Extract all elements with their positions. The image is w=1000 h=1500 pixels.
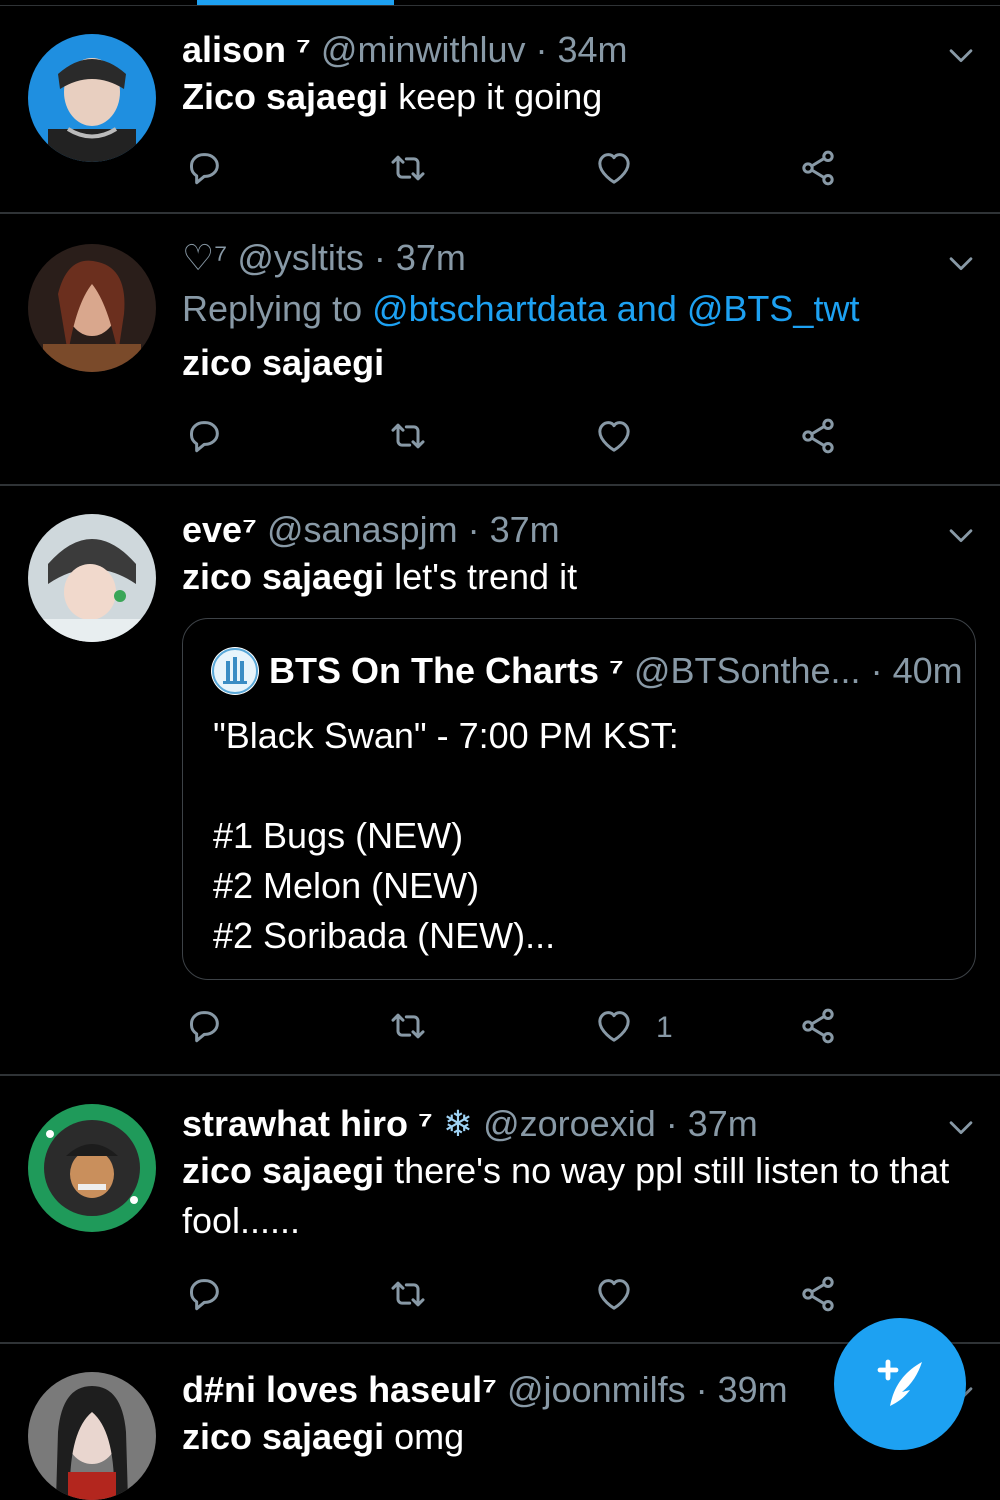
compose-tweet-button[interactable] (834, 1318, 966, 1450)
tweet-actions (182, 416, 862, 460)
retweet-icon (388, 416, 428, 461)
retweet-icon (388, 1274, 428, 1319)
retweet-button[interactable] (388, 1274, 428, 1318)
tweet-text-bold: Zico sajaegi (182, 76, 389, 117)
tweet-text: Zico sajaegi keep it going (182, 72, 970, 122)
retweet-button[interactable] (388, 148, 428, 192)
timestamp: · 37m (467, 509, 560, 550)
tweet[interactable]: alison ⁷ @minwithluv · 34m Zico sajaegi … (0, 6, 1000, 214)
heart-icon (594, 1006, 634, 1051)
chevron-down-icon[interactable] (944, 246, 978, 280)
tweet-text-bold: zico sajaegi (182, 556, 385, 597)
tweet-header: ♡⁷ @ysltits · 37m (182, 236, 970, 280)
heart-icon (594, 416, 634, 461)
replying-and[interactable]: and (607, 288, 687, 329)
display-name[interactable]: strawhat hiro ⁷ (182, 1103, 433, 1144)
heart-icon (594, 148, 634, 193)
timestamp: · 39m (695, 1369, 788, 1410)
display-name[interactable]: alison ⁷ (182, 29, 311, 70)
avatar[interactable] (28, 34, 156, 162)
display-name[interactable]: d#ni loves haseul⁷ (182, 1369, 497, 1410)
tweet-text: zico sajaegi (182, 338, 970, 388)
tweet-text: zico sajaegi there's no way ppl still li… (182, 1146, 970, 1246)
display-name[interactable]: eve⁷ (182, 509, 257, 550)
mention-link[interactable]: @btschartdata (372, 288, 607, 329)
tweet-header: eve⁷ @sanaspjm · 37m (182, 508, 970, 552)
quoted-display-name[interactable]: BTS On The Charts ⁷ (269, 649, 624, 693)
share-button[interactable] (798, 148, 838, 192)
tweet-text-bold: zico sajaegi (182, 1150, 385, 1191)
like-button[interactable] (594, 416, 634, 460)
reply-button[interactable] (184, 148, 224, 192)
chevron-down-icon[interactable] (944, 518, 978, 552)
timestamp: · 37m (373, 237, 466, 278)
timestamp: · 34m (535, 29, 628, 70)
avatar[interactable] (28, 244, 156, 372)
reply-button[interactable] (184, 416, 224, 460)
reply-icon (184, 1006, 224, 1051)
reply-icon (184, 416, 224, 461)
tweet[interactable]: eve⁷ @sanaspjm · 37m zico sajaegi let's … (0, 486, 1000, 1076)
display-name[interactable]: ♡⁷ (182, 237, 227, 278)
tweet[interactable]: strawhat hiro ⁷ ❄ @zoroexid · 37m zico s… (0, 1076, 1000, 1344)
tweet-actions (182, 148, 862, 192)
tweet-text-bold: zico sajaegi (182, 1416, 385, 1457)
tweet-actions: 1 (182, 1006, 862, 1050)
timestamp: · 37m (665, 1103, 758, 1144)
handle[interactable]: @ysltits (237, 237, 364, 278)
share-button[interactable] (798, 1006, 838, 1050)
like-button[interactable]: 1 (594, 1006, 673, 1050)
handle[interactable]: @sanaspjm (267, 509, 458, 550)
share-icon (798, 416, 838, 461)
tweet-text-bold: zico sajaegi (182, 342, 385, 383)
share-button[interactable] (798, 416, 838, 460)
replying-to: Replying to @btschartdata and @BTS_twt (182, 286, 970, 332)
retweet-button[interactable] (388, 1006, 428, 1050)
tweet-header: alison ⁷ @minwithluv · 34m (182, 28, 970, 72)
handle[interactable]: @zoroexid (483, 1103, 656, 1144)
chevron-down-icon[interactable] (944, 38, 978, 72)
like-button[interactable] (594, 148, 634, 192)
handle[interactable]: @joonmilfs (507, 1369, 686, 1410)
heart-icon (594, 1274, 634, 1319)
quoted-tweet[interactable]: BTS On The Charts ⁷ @BTSonthe... · 40m "… (182, 618, 976, 980)
quoted-avatar (211, 647, 259, 695)
chevron-down-icon[interactable] (944, 1110, 978, 1144)
mention-link[interactable]: @BTS_twt (687, 288, 860, 329)
avatar[interactable] (28, 514, 156, 642)
reply-button[interactable] (184, 1006, 224, 1050)
tweet-actions (182, 1274, 862, 1318)
share-button[interactable] (798, 1274, 838, 1318)
quoted-tweet-text: "Black Swan" - 7:00 PM KST: #1 Bugs (NEW… (213, 715, 679, 956)
share-icon (798, 148, 838, 193)
avatar[interactable] (28, 1104, 156, 1232)
share-icon (798, 1274, 838, 1319)
retweet-icon (388, 1006, 428, 1051)
snowflake-icon: ❄ (442, 1103, 474, 1144)
compose-tweet-icon (868, 1350, 932, 1419)
retweet-icon (388, 148, 428, 193)
tweet-text-rest: keep it going (388, 76, 603, 117)
reply-button[interactable] (184, 1274, 224, 1318)
tweet[interactable]: ♡⁷ @ysltits · 37m Replying to @btschartd… (0, 214, 1000, 486)
quoted-tweet-header: BTS On The Charts ⁷ @BTSonthe... · 40m (211, 647, 963, 695)
reply-icon (184, 148, 224, 193)
quoted-timestamp: · 40m (870, 650, 963, 691)
like-button[interactable] (594, 1274, 634, 1318)
replying-to-label: Replying to (182, 288, 373, 329)
like-count: 1 (656, 1011, 673, 1044)
reply-icon (184, 1274, 224, 1319)
share-icon (798, 1006, 838, 1051)
retweet-button[interactable] (388, 416, 428, 460)
tweet-text-rest: let's trend it (384, 556, 578, 597)
tweet-text-rest: omg (384, 1416, 465, 1457)
tweet-text: zico sajaegi let's trend it (182, 552, 970, 602)
handle[interactable]: @minwithluv (321, 29, 526, 70)
quoted-handle[interactable]: @BTSonthe... (634, 649, 861, 693)
avatar[interactable] (28, 1372, 156, 1500)
tweet-header: strawhat hiro ⁷ ❄ @zoroexid · 37m (182, 1102, 970, 1146)
